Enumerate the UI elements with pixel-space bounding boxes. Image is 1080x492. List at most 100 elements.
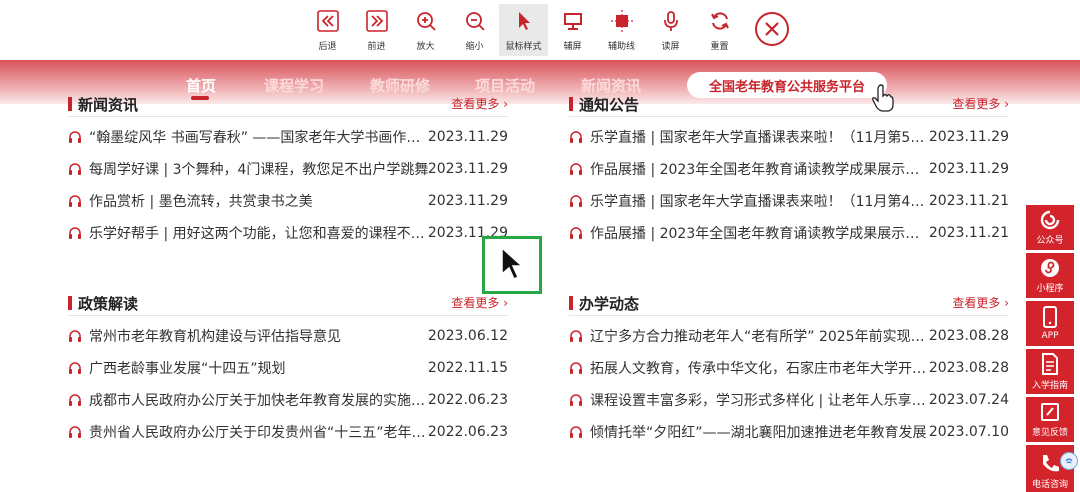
news-more-label: 查看更多: [451, 97, 500, 111]
dynamics-section: 办学动态 查看更多 › 辽宁多方合力推动老年人“老有所学” 2025年前实现全覆…: [569, 292, 1009, 448]
list-item-text: 乐学好帮手 | 用好这两个功能，让您和喜爱的课程不再错过: [89, 226, 429, 242]
list-item[interactable]: 课程设置丰富多彩，学习形式多样化 | 让老年人乐享晚年 2023.07.24: [569, 384, 1009, 416]
mouse-pointer-icon: [511, 8, 537, 34]
notice-more-label: 查看更多: [952, 97, 1001, 111]
list-item-date: 2023.08.28: [928, 360, 1009, 376]
notice-section: 通知公告 查看更多 › 乐学直播 | 国家老年大学直播课表来啦！（11月第5周）…: [569, 93, 1009, 249]
reset-button[interactable]: 重置: [695, 4, 744, 56]
dynamics-more-label: 查看更多: [952, 296, 1001, 310]
list-item[interactable]: 常州市老年教育机构建设与评估指导意见 2023.06.12: [68, 320, 508, 352]
headphones-icon: [570, 131, 582, 143]
forward-button[interactable]: 前进: [352, 4, 401, 56]
headphones-icon: [570, 394, 582, 406]
zoom-in-button[interactable]: 放大: [401, 4, 450, 56]
list-item-text: 乐学直播 | 国家老年大学直播课表来啦！（11月第5周）: [590, 130, 930, 146]
read-screen-button[interactable]: 读屏: [646, 4, 695, 56]
list-item-date: 2023.11.29: [427, 193, 508, 209]
news-header: 新闻资讯 查看更多 ›: [68, 93, 508, 117]
microphone-icon: [658, 8, 684, 34]
list-item[interactable]: 作品展播 | 2023年全国老年教育诵读教学成果展示活动 2023.11.21: [569, 217, 1009, 249]
official-account-button[interactable]: 公众号: [1026, 205, 1074, 250]
headphones-icon: [570, 163, 582, 175]
headphones-icon: [69, 330, 81, 342]
mouse-style-label: 鼠标样式: [505, 42, 542, 52]
headphones-icon: [570, 330, 582, 342]
headphones-icon: [69, 227, 81, 239]
list-item-date: 2023.07.24: [928, 392, 1009, 408]
headphones-icon: [570, 227, 582, 239]
dynamics-list: 辽宁多方合力推动老年人“老有所学” 2025年前实现全覆盖 2023.08.28 …: [569, 320, 1009, 448]
crosshair-icon: [609, 8, 635, 34]
news-section: 新闻资讯 查看更多 › “翰墨绽风华 书画写春秋” ——国家老年大学书画作品展 2…: [68, 93, 508, 249]
headphones-icon: [570, 426, 582, 438]
back-button[interactable]: 后退: [303, 4, 352, 56]
list-item[interactable]: 贵州省人民政府办公厅关于印发贵州省“十三五”老年教育规划的通知2022.06.2…: [68, 416, 508, 448]
news-title: 新闻资讯: [68, 94, 138, 115]
dynamics-more-link[interactable]: 查看更多 ›: [952, 294, 1009, 311]
zoom-in-icon: [413, 8, 439, 34]
notice-header: 通知公告 查看更多 ›: [569, 93, 1009, 117]
list-item-text: 倾情托举“夕阳红”——湖北襄阳加速推进老年教育发展: [590, 425, 927, 441]
floating-sidebar: 公众号 小程序 APP 入学指南 意见反馈 电话咨询: [1026, 205, 1074, 492]
guide-line-button[interactable]: 辅助线: [597, 4, 646, 56]
refresh-icon: [707, 8, 733, 34]
list-item[interactable]: 乐学直播 | 国家老年大学直播课表来啦！（11月第4周） 2023.11.21: [569, 185, 1009, 217]
zoom-out-icon: [462, 8, 488, 34]
news-more-link[interactable]: 查看更多 ›: [451, 95, 508, 112]
chat-wave-icon: [1065, 458, 1073, 464]
headphones-icon: [570, 362, 582, 374]
list-item-date: 2023.11.21: [928, 225, 1009, 241]
sidebar-label: APP: [1041, 331, 1059, 341]
policy-title: 政策解读: [68, 293, 138, 314]
monitor-icon: [560, 8, 586, 34]
mouse-style-button[interactable]: 鼠标样式: [499, 4, 548, 56]
toolbar-tools: 后退 前进 放大 缩小 鼠标样式 辅屏 辅助线 读屏 重置: [303, 4, 744, 56]
read-screen-label: 读屏: [661, 42, 680, 52]
feedback-button[interactable]: 意见反馈: [1026, 397, 1074, 442]
list-item[interactable]: 拓展人文教育，传承中华文化，石家庄市老年大学开展活动 2023.08.28: [569, 352, 1009, 384]
list-item[interactable]: 广西老龄事业发展“十四五”规划 2022.11.15: [68, 352, 508, 384]
list-item[interactable]: 乐学好帮手 | 用好这两个功能，让您和喜爱的课程不再错过 2023.11.29: [68, 217, 508, 249]
dynamics-title: 办学动态: [569, 293, 639, 314]
close-icon: [765, 22, 779, 36]
notice-list: 乐学直播 | 国家老年大学直播课表来啦！（11月第5周） 2023.11.29 作…: [569, 121, 1009, 249]
list-item[interactable]: “翰墨绽风华 书画写春秋” ——国家老年大学书画作品展 2023.11.29: [68, 121, 508, 153]
app-button[interactable]: APP: [1026, 301, 1074, 346]
list-item-text: 广西老龄事业发展“十四五”规划: [89, 361, 286, 377]
list-item-text: 常州市老年教育机构建设与评估指导意见: [89, 329, 341, 345]
list-item-text: 拓展人文教育，传承中华文化，石家庄市老年大学开展活动: [590, 361, 930, 377]
mini-program-icon: [1041, 258, 1059, 277]
list-item[interactable]: 成都市人民政府办公厅关于加快老年教育发展的实施意见 2022.06.23: [68, 384, 508, 416]
enrollment-guide-button[interactable]: 入学指南: [1026, 349, 1074, 394]
zoom-in-label: 放大: [416, 42, 435, 52]
list-item-text: 贵州省人民政府办公厅关于印发贵州省“十三五”老年教育规划的通知: [89, 425, 429, 441]
news-list: “翰墨绽风华 书画写春秋” ——国家老年大学书画作品展 2023.11.29 每周…: [68, 121, 508, 249]
sidebar-label: 意见反馈: [1031, 427, 1068, 438]
list-item[interactable]: 作品赏析 | 墨色流转，共赏隶书之美 2023.11.29: [68, 185, 508, 217]
headphones-icon: [69, 195, 81, 207]
list-item[interactable]: 每周学好课 | 3个舞种，4门课程，教您足不出户学跳舞 2023.11.29: [68, 153, 508, 185]
headphones-icon: [69, 394, 81, 406]
zoom-out-button[interactable]: 缩小: [450, 4, 499, 56]
list-item[interactable]: 倾情托举“夕阳红”——湖北襄阳加速推进老年教育发展 2023.07.10: [569, 416, 1009, 448]
mini-program-button[interactable]: 小程序: [1026, 253, 1074, 298]
reset-label: 重置: [710, 42, 729, 52]
list-item[interactable]: 辽宁多方合力推动老年人“老有所学” 2025年前实现全覆盖 2023.08.28: [569, 320, 1009, 352]
list-item[interactable]: 作品展播 | 2023年全国老年教育诵读教学成果展示活动 2023.11.29: [569, 153, 1009, 185]
chat-bubble-icon[interactable]: [1060, 452, 1078, 470]
policy-more-link[interactable]: 查看更多 ›: [451, 294, 508, 311]
aux-screen-button[interactable]: 辅屏: [548, 4, 597, 56]
list-item[interactable]: 乐学直播 | 国家老年大学直播课表来啦！（11月第5周） 2023.11.29: [569, 121, 1009, 153]
policy-more-label: 查看更多: [451, 296, 500, 310]
close-toolbar-button[interactable]: [755, 12, 789, 46]
list-item-text: 辽宁多方合力推动老年人“老有所学” 2025年前实现全覆盖: [590, 329, 930, 345]
list-item-text: 乐学直播 | 国家老年大学直播课表来啦！（11月第4周）: [590, 194, 930, 210]
telephone-icon: [1043, 455, 1059, 472]
accessibility-toolbar: 后退 前进 放大 缩小 鼠标样式 辅屏 辅助线 读屏 重置: [0, 0, 1080, 60]
list-item-date: 2022.06.23: [427, 392, 508, 408]
list-item-text: “翰墨绽风华 书画写春秋” ——国家老年大学书画作品展: [89, 130, 429, 146]
list-item-date: 2023.11.29: [427, 129, 508, 145]
double-right-icon: [364, 8, 390, 34]
notice-more-link[interactable]: 查看更多 ›: [952, 95, 1009, 112]
forward-label: 前进: [367, 42, 386, 52]
